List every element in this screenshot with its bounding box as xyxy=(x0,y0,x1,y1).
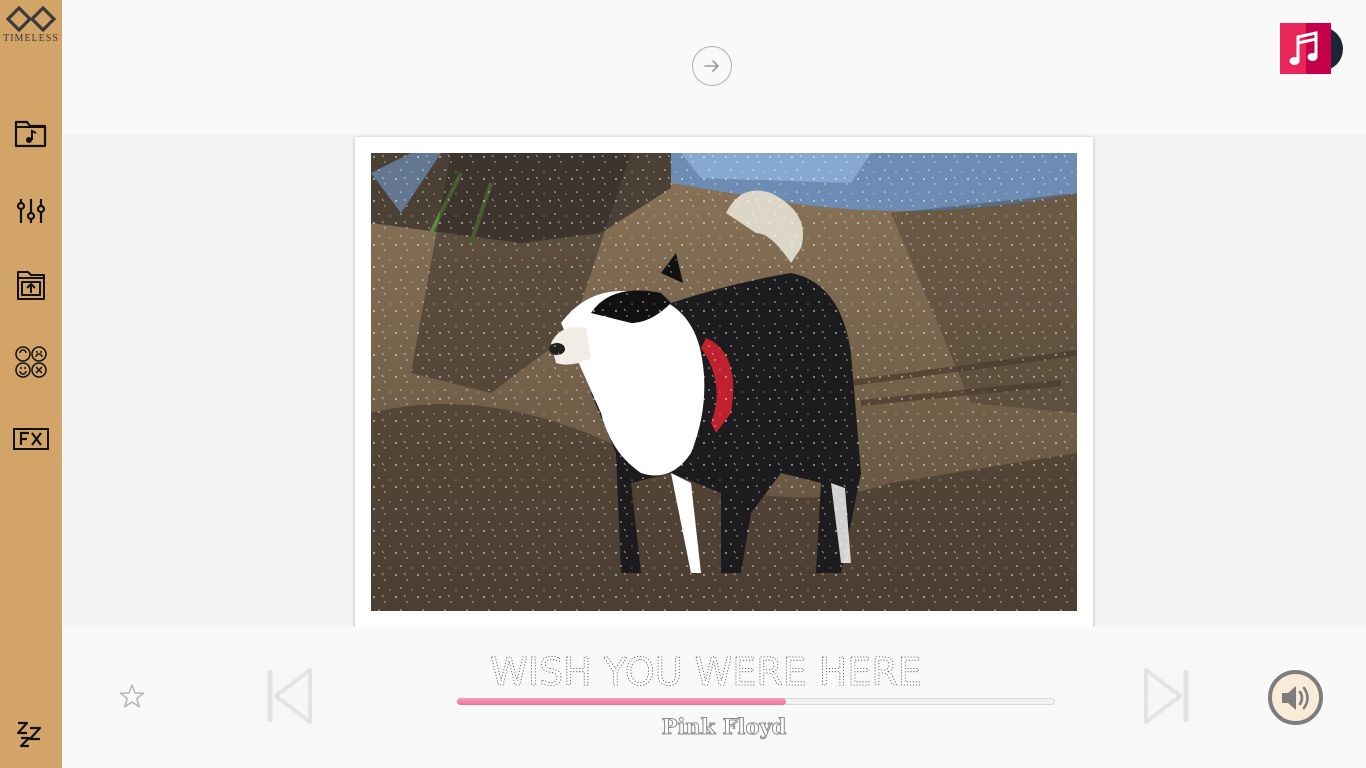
music-app-badge[interactable] xyxy=(1280,23,1346,75)
background-photo xyxy=(371,153,1077,611)
song-title-text: WISH YOU WERE HERE xyxy=(490,650,922,692)
app-logo: TIMELESS xyxy=(0,4,62,44)
song-title: WISH YOU WERE HERE xyxy=(456,648,956,695)
fx-icon[interactable] xyxy=(12,420,50,458)
equalizer-sliders-icon[interactable] xyxy=(12,192,50,230)
volume-button[interactable] xyxy=(1268,670,1323,725)
previous-track-button[interactable] xyxy=(242,648,338,744)
music-folder-icon[interactable] xyxy=(12,114,50,152)
sidebar: TIMELESS xyxy=(0,0,62,768)
sleep-zzz-icon[interactable] xyxy=(12,714,50,752)
next-track-button[interactable] xyxy=(1118,648,1214,744)
moods-faces-icon[interactable] xyxy=(12,343,50,381)
skip-next-icon xyxy=(1144,668,1189,724)
progress-fill xyxy=(457,698,786,705)
next-photo-button[interactable] xyxy=(692,46,732,86)
arrow-right-icon xyxy=(704,60,719,72)
photo-frame xyxy=(355,137,1093,627)
favorite-button[interactable] xyxy=(118,682,146,715)
artist-name: Pink Floyd xyxy=(661,714,787,740)
skip-previous-icon xyxy=(267,668,312,724)
upload-folder-icon[interactable] xyxy=(12,266,50,304)
star-outline-icon xyxy=(119,684,145,708)
speaker-volume-icon xyxy=(1282,686,1309,710)
infinity-logo-icon xyxy=(5,5,57,33)
app-name: TIMELESS xyxy=(3,33,59,44)
